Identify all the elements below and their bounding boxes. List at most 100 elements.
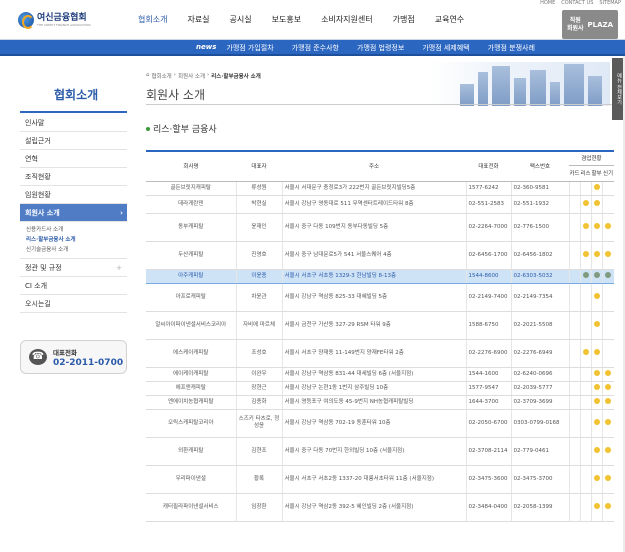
address-cell: 서울시 금천구 가산동 327-29 RSM 타워 9층 — [282, 311, 467, 340]
table-row: 에이케이캐피탈 이완우 서울시 강남구 역삼동 831-44 대세빌딩 6층 (서울… — [146, 367, 614, 382]
header: 여신금융협회 THE CREDIT FINANCE ASSOCIATION 협회… — [0, 7, 625, 40]
logo-subtext: THE CREDIT FINANCE ASSOCIATION — [37, 23, 91, 27]
gnb-item-disclosure[interactable]: 공시실 — [230, 14, 252, 25]
sidebar-item-history[interactable]: 연혁 — [20, 150, 127, 168]
biz-dot-icon — [593, 271, 600, 278]
fax-cell: 02-6456-1802 — [511, 241, 570, 270]
fax-cell: 02-2058-1399 — [511, 493, 570, 522]
biz-cell — [580, 268, 592, 284]
member-table-body: 골든브릿지캐피탈 류성원 서울시 서대문구 충정로3가 222번지 골든브릿지빌딩5… — [146, 181, 614, 522]
sidebar-title: 협회소개 — [54, 88, 99, 102]
biz-cell — [602, 213, 614, 242]
sidebar-item-articles[interactable]: 정관 및 규정 — [20, 259, 127, 277]
table-row: 아프로캐피탈 차윤관 서울시 강남구 역삼동 825-33 대혜빌딩 5층 02-21… — [146, 283, 614, 312]
biz-cell — [580, 283, 592, 312]
subnav-law-info[interactable]: 가맹점 법령정보 — [357, 43, 404, 53]
biz-cell — [580, 339, 592, 368]
sidebar-item-location[interactable]: 오시는길 — [20, 295, 127, 313]
subnav-join-procedure[interactable]: 가맹점 가입절차 — [226, 43, 273, 53]
company-name-cell: 에이케이캐피탈 — [146, 367, 237, 382]
biz-cell — [602, 395, 614, 410]
plaza-button[interactable]: 직원 회원사 PLAZA — [562, 10, 618, 39]
biz-cell — [591, 367, 603, 382]
ceo-cell: 이윤종 — [236, 268, 283, 284]
table-row: 두산캐피탈 진영호 서울시 중구 남대문로5가 541 서울스퀘어 4층 02-645… — [146, 241, 614, 270]
gnb-item-library[interactable]: 자료실 — [187, 14, 209, 25]
breadcrumb: ⌂ 협회소개 › 회원사 소개 › 리스·할부금융사 소개 — [146, 72, 261, 80]
biz-cell — [602, 195, 614, 214]
address-cell: 서울시 강남구 역삼2동 392-5 혜인빌딩 2층 (서울지점) — [282, 493, 467, 522]
logo[interactable]: 여신금융협회 THE CREDIT FINANCE ASSOCIATION — [18, 12, 91, 29]
sidebar-sub-tech[interactable]: 신기술금융사 소개 — [26, 245, 127, 255]
fax-cell: 02-2149-7354 — [511, 283, 570, 312]
member-table: 회사명 대표자 주소 대표전화 팩스번호 겸업현황 카드 리스 할부 신기 골든… — [146, 150, 614, 522]
subnav-dispute-cases[interactable]: 가맹점 분쟁사례 — [488, 43, 535, 53]
biz-dot-icon — [605, 474, 612, 481]
biz-cell — [569, 493, 581, 522]
home-link[interactable]: HOME — [540, 0, 555, 7]
sidebar-item-greeting[interactable]: 인사말 — [20, 114, 127, 132]
sidebar-item-basis[interactable]: 설립근거 — [20, 132, 127, 150]
phone-cell: 02-3475-3600 — [466, 465, 512, 494]
subnav-tax-benefit[interactable]: 가맹점 세제혜택 — [422, 43, 469, 53]
biz-dot-icon — [593, 199, 600, 206]
table-row: 외환캐피탈 김현조 서울시 중구 다동 70번지 한외빌딩 10층 (서울지점) 02… — [146, 437, 614, 466]
biz-cell — [580, 181, 592, 196]
sidebar-sub-card[interactable]: 신용카드사 소개 — [26, 225, 127, 235]
table-row: 동부캐피탈 윤재인 서울시 중구 다동 109번지 동부다동빌딩 5층 02-2264… — [146, 213, 614, 242]
section-title-text: 리스·할부 금융사 — [153, 125, 217, 135]
company-name-cell: 캐터필라파이낸셜서비스 — [146, 493, 237, 522]
company-name-cell: 두산캐피탈 — [146, 241, 237, 270]
home-icon[interactable]: ⌂ — [146, 72, 150, 80]
sidebar-sub-lease[interactable]: 리스·할부금융사 소개 — [26, 235, 127, 245]
col-header-biz-lease: 리스 — [580, 165, 591, 182]
subnav-compliance[interactable]: 가맹점 준수사항 — [292, 43, 339, 53]
breadcrumb-item[interactable]: 회원사 소개 — [178, 72, 205, 80]
gnb-item-press[interactable]: 보도홍보 — [272, 14, 301, 25]
phone-cell: 02-2050-6700 — [466, 409, 512, 438]
gnb-item-consumer-center[interactable]: 소비자지원센터 — [321, 14, 373, 25]
fax-cell: 02-360-9581 — [511, 181, 570, 196]
biz-cell — [591, 409, 603, 438]
gnb-item-merchant[interactable]: 가맹점 — [393, 14, 415, 25]
ceo-cell: 장현근 — [236, 381, 283, 396]
sidebar-menu: 인사말 설립근거 연혁 조직현황 임원현황 회원사 소개 신용카드사 소개 리스… — [20, 114, 127, 313]
biz-cell — [569, 181, 581, 196]
address-cell: 서울시 서대문구 충정로3가 222번지 골든브릿지빌딩5층 — [282, 181, 467, 196]
col-header-fax: 팩스번호 — [511, 150, 569, 182]
biz-cell — [580, 395, 592, 410]
col-header-biz-newtech: 신기 — [602, 165, 614, 182]
sidebar-item-ci[interactable]: CI 소개 — [20, 277, 127, 295]
biz-dot-icon — [582, 199, 589, 206]
biz-dot-icon — [605, 418, 612, 425]
plaza-line-staff: 직원 — [569, 16, 581, 24]
ceo-cell: 류성원 — [236, 181, 283, 196]
ceo-cell: 윤재인 — [236, 213, 283, 242]
gnb-item-education[interactable]: 교육연수 — [435, 14, 464, 25]
biz-cell — [591, 311, 603, 340]
col-header-ceo: 대표자 — [236, 150, 282, 182]
address-cell: 서울시 서초구 서초2동 1337-20 대륭서초타워 11층 (서울지점) — [282, 465, 467, 494]
tel-number: 02-2011-0700 — [53, 358, 124, 368]
gnb-item-about[interactable]: 협회소개 — [138, 14, 167, 25]
breadcrumb-item[interactable]: 협회소개 — [152, 72, 172, 80]
company-name-cell: 데라게란덴 — [146, 195, 237, 214]
biz-cell — [602, 409, 614, 438]
fax-cell: 02-3709-3699 — [511, 395, 570, 410]
biz-cell — [569, 437, 581, 466]
table-row: 우리파이낸셜 황록 서울시 서초구 서초2동 1337-20 대륭서초타워 11층 … — [146, 465, 614, 494]
biz-dot-icon — [593, 292, 600, 299]
bullet-icon — [146, 126, 150, 131]
sidebar-item-organization[interactable]: 조직현황 — [20, 168, 127, 186]
biz-cell — [580, 213, 592, 242]
ceo-cell: 스즈키 타츠로, 정성윤 — [236, 409, 283, 438]
biz-cell — [580, 465, 592, 494]
sitemap-link[interactable]: SITEMAP — [599, 0, 621, 7]
biz-cell — [580, 311, 592, 340]
breadcrumb-current: 리스·할부금융사 소개 — [211, 74, 261, 80]
contact-link[interactable]: CONTACT US — [561, 0, 593, 7]
subnav-news[interactable]: news — [196, 43, 216, 53]
sidebar-item-members[interactable]: 회원사 소개 — [20, 204, 127, 222]
fax-cell: 02-551-1932 — [511, 195, 570, 214]
sidebar-item-executives[interactable]: 임원현황 — [20, 186, 127, 204]
